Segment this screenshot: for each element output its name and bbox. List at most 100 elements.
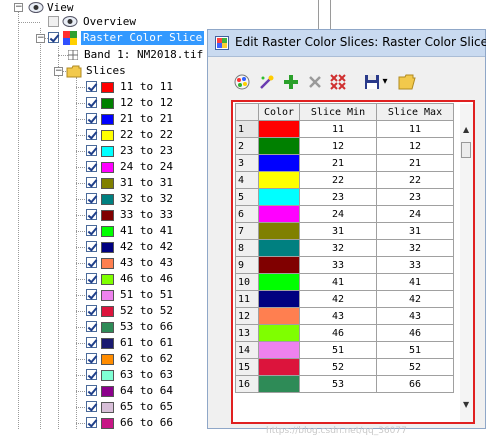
layer-label[interactable]: Raster Color Slice [81,31,205,45]
slice-checkbox[interactable] [86,321,97,332]
slice-label[interactable]: 42 to 42 [120,240,173,254]
slice-checkbox[interactable] [86,353,97,364]
slice-color-cell[interactable] [258,205,300,223]
slice-color-cell[interactable] [258,307,300,325]
row-number[interactable]: 4 [235,171,259,189]
overview-label[interactable]: Overview [83,15,136,29]
slice-checkbox[interactable] [86,161,97,172]
row-number[interactable]: 5 [235,188,259,206]
slice-label[interactable]: 61 to 61 [120,336,173,350]
slice-min-cell[interactable]: 23 [299,188,377,206]
slice-checkbox[interactable] [86,97,97,108]
table-row[interactable]: 1 11 11 [235,120,454,138]
view-collapse-toggle[interactable]: − [14,3,23,12]
slice-min-cell[interactable]: 11 [299,120,377,138]
slice-checkbox[interactable] [86,193,97,204]
table-row[interactable]: 16 53 66 [235,375,454,393]
slice-label[interactable]: 64 to 64 [120,384,173,398]
row-number[interactable]: 11 [235,290,259,308]
slice-max-cell[interactable]: 66 [376,375,454,393]
table-row[interactable]: 5 23 23 [235,188,454,206]
slice-label[interactable]: 46 to 46 [120,272,173,286]
slice-checkbox[interactable] [86,401,97,412]
slice-min-cell[interactable]: 42 [299,290,377,308]
slice-color-cell[interactable] [258,375,300,393]
slice-max-cell[interactable]: 52 [376,358,454,376]
slice-min-cell[interactable]: 31 [299,222,377,240]
slice-label[interactable]: 21 to 21 [120,112,173,126]
slice-label[interactable]: 52 to 52 [120,304,173,318]
row-number[interactable]: 2 [235,137,259,155]
row-number[interactable]: 9 [235,256,259,274]
slice-checkbox[interactable] [86,273,97,284]
slice-label[interactable]: 63 to 63 [120,368,173,382]
slice-label[interactable]: 12 to 12 [120,96,173,110]
slice-min-cell[interactable]: 41 [299,273,377,291]
slice-label[interactable]: 24 to 24 [120,160,173,174]
slice-label[interactable]: 51 to 51 [120,288,173,302]
slice-checkbox[interactable] [86,257,97,268]
slice-label[interactable]: 11 to 11 [120,80,173,94]
slice-max-cell[interactable]: 23 [376,188,454,206]
row-number[interactable]: 1 [235,120,259,138]
table-row[interactable]: 3 21 21 [235,154,454,172]
table-row[interactable]: 7 31 31 [235,222,454,240]
slice-color-cell[interactable] [258,188,300,206]
scroll-up-icon[interactable]: ▲ [463,125,469,134]
color-column-header[interactable]: Color [258,103,300,121]
slice-max-cell[interactable]: 51 [376,341,454,359]
table-row[interactable]: 9 33 33 [235,256,454,274]
layer-visibility-checkbox[interactable] [48,32,59,43]
table-vertical-scrollbar[interactable]: ▲ ▼ [460,104,473,422]
slice-color-cell[interactable] [258,239,300,257]
row-number[interactable]: 15 [235,358,259,376]
table-row[interactable]: 14 51 51 [235,341,454,359]
slice-min-cell[interactable]: 32 [299,239,377,257]
slice-color-cell[interactable] [258,324,300,342]
table-row[interactable]: 11 42 42 [235,290,454,308]
dialog-titlebar[interactable]: Edit Raster Color Slices: Raster Color S… [208,30,486,57]
table-row[interactable]: 10 41 41 [235,273,454,291]
slice-color-cell[interactable] [258,358,300,376]
row-number[interactable]: 7 [235,222,259,240]
color-wheel-icon[interactable] [233,73,251,91]
slice-max-cell[interactable]: 41 [376,273,454,291]
slice-checkbox[interactable] [86,145,97,156]
slice-max-cell[interactable]: 33 [376,256,454,274]
slice-color-cell[interactable] [258,154,300,172]
slice-max-cell[interactable]: 21 [376,154,454,172]
slice-label[interactable]: 23 to 23 [120,144,173,158]
row-number[interactable]: 8 [235,239,259,257]
slice-checkbox[interactable] [86,289,97,300]
slice-max-cell[interactable]: 42 [376,290,454,308]
slice-color-cell[interactable] [258,256,300,274]
slice-max-column-header[interactable]: Slice Max [376,103,454,121]
slice-min-cell[interactable]: 51 [299,341,377,359]
slice-min-cell[interactable]: 12 [299,137,377,155]
slice-min-cell[interactable]: 22 [299,171,377,189]
layer-collapse-toggle[interactable]: − [36,34,45,43]
overview-checkbox[interactable] [48,16,59,27]
slice-label[interactable]: 53 to 66 [120,320,173,334]
slice-color-cell[interactable] [258,341,300,359]
slice-min-cell[interactable]: 21 [299,154,377,172]
slice-min-cell[interactable]: 43 [299,307,377,325]
slice-label[interactable]: 33 to 33 [120,208,173,222]
wand-icon[interactable] [258,73,276,91]
slice-label[interactable]: 43 to 43 [120,256,173,270]
slice-color-cell[interactable] [258,290,300,308]
slice-checkbox[interactable] [86,225,97,236]
table-row[interactable]: 13 46 46 [235,324,454,342]
save-dropdown-arrow[interactable]: ▾ [380,73,390,91]
row-number[interactable]: 10 [235,273,259,291]
row-number[interactable]: 14 [235,341,259,359]
slice-min-cell[interactable]: 53 [299,375,377,393]
scroll-down-icon[interactable]: ▼ [463,400,469,409]
slice-checkbox[interactable] [86,177,97,188]
slice-label[interactable]: 31 to 31 [120,176,173,190]
folder-icon[interactable] [398,73,416,91]
table-row[interactable]: 12 43 43 [235,307,454,325]
table-row[interactable]: 2 12 12 [235,137,454,155]
slice-checkbox[interactable] [86,417,97,428]
row-number[interactable]: 12 [235,307,259,325]
